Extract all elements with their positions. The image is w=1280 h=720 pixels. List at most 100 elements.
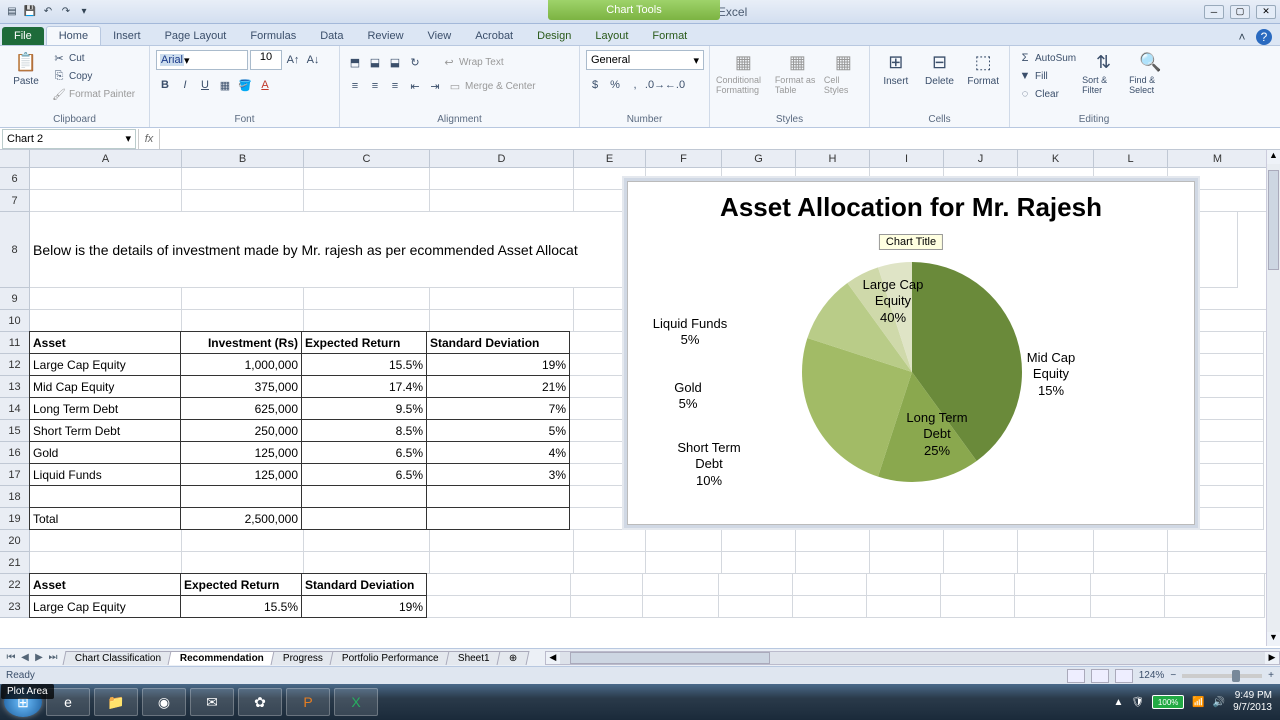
underline-button[interactable]: U <box>196 76 214 94</box>
delete-cells-button[interactable]: ⊟Delete <box>920 50 960 87</box>
format-cells-button[interactable]: ⬚Format <box>963 50 1003 87</box>
font-name-combo[interactable]: Arial▾ <box>156 50 248 70</box>
cell[interactable]: 9.5% <box>301 397 427 420</box>
zoom-slider[interactable] <box>1182 674 1262 678</box>
vertical-scrollbar[interactable]: ▲▼ <box>1266 150 1280 646</box>
comma-button[interactable]: , <box>626 76 644 94</box>
sheet-tab[interactable]: Portfolio Performance <box>330 651 452 665</box>
col-header[interactable]: K <box>1018 150 1094 167</box>
currency-button[interactable]: $ <box>586 76 604 94</box>
grow-font-button[interactable]: A↑ <box>284 51 302 69</box>
cell[interactable]: 4% <box>426 441 570 464</box>
col-header[interactable]: I <box>870 150 944 167</box>
col-header[interactable]: B <box>182 150 304 167</box>
cell[interactable]: 125,000 <box>180 441 302 464</box>
sheet-tab[interactable]: Progress <box>271 651 336 665</box>
cell[interactable]: 19% <box>426 353 570 376</box>
zoom-in-button[interactable]: + <box>1268 670 1274 681</box>
cell[interactable]: Short Term Debt <box>29 419 181 442</box>
select-all-corner[interactable] <box>0 150 30 167</box>
cell[interactable]: Liquid Funds <box>29 463 181 486</box>
scroll-up-icon[interactable]: ▲ <box>1267 150 1280 164</box>
conditional-formatting-button[interactable]: ▦Conditional Formatting <box>716 50 771 96</box>
col-header[interactable]: A <box>30 150 182 167</box>
cell[interactable]: Standard Deviation <box>301 573 427 596</box>
cell[interactable]: 6.5% <box>301 463 427 486</box>
tray-icon[interactable]: ▲ <box>1114 697 1124 708</box>
tray-shield-icon[interactable]: 🛡 <box>1131 697 1144 708</box>
row-header[interactable]: 12 <box>0 354 30 376</box>
fill-button[interactable]: ▼Fill <box>1016 68 1078 84</box>
row-header[interactable]: 19 <box>0 508 30 530</box>
taskbar-outlook-icon[interactable]: ✉ <box>190 688 234 716</box>
col-header[interactable]: J <box>944 150 1018 167</box>
scroll-thumb[interactable] <box>1268 170 1279 270</box>
indent-dec-button[interactable]: ⇤ <box>406 77 424 95</box>
save-icon[interactable]: 💾 <box>22 4 38 20</box>
autosum-button[interactable]: ΣAutoSum <box>1016 50 1078 66</box>
maximize-button[interactable]: ▢ <box>1230 5 1250 19</box>
new-sheet-button[interactable]: ⊕ <box>496 651 529 665</box>
col-header[interactable]: G <box>722 150 796 167</box>
page-layout-view-button[interactable] <box>1091 669 1109 683</box>
cell[interactable]: 21% <box>426 375 570 398</box>
taskbar-chrome-icon[interactable]: ◉ <box>142 688 186 716</box>
dec-decimal-button[interactable]: ←.0 <box>666 76 684 94</box>
minimize-ribbon-icon[interactable]: ˄ <box>1234 29 1250 45</box>
formula-input[interactable] <box>160 129 1280 149</box>
cell[interactable]: 7% <box>426 397 570 420</box>
format-painter-button[interactable]: 🖌Format Painter <box>50 86 137 102</box>
cell[interactable]: 1,000,000 <box>180 353 302 376</box>
cell[interactable]: 8.5% <box>301 419 427 442</box>
cell[interactable]: 3% <box>426 463 570 486</box>
sheet-tab[interactable]: Sheet1 <box>445 651 502 665</box>
zoom-out-button[interactable]: − <box>1170 670 1176 681</box>
tab-data[interactable]: Data <box>308 27 355 45</box>
tab-view[interactable]: View <box>416 27 464 45</box>
embedded-chart[interactable]: Asset Allocation for Mr. Rajesh Chart Ti… <box>627 181 1195 525</box>
battery-indicator[interactable]: 100% <box>1152 695 1184 709</box>
row-header[interactable]: 15 <box>0 420 30 442</box>
row-header[interactable]: 6 <box>0 168 30 190</box>
worksheet-grid[interactable]: A B C D E F G H I J K L M 6 7 8Below is … <box>0 150 1280 648</box>
tab-format[interactable]: Format <box>640 27 699 45</box>
align-middle-button[interactable]: ⬓ <box>366 53 384 71</box>
cell[interactable]: Large Cap Equity <box>29 353 181 376</box>
tab-insert[interactable]: Insert <box>101 27 153 45</box>
undo-icon[interactable]: ↶ <box>40 4 56 20</box>
minimize-button[interactable]: ─ <box>1204 5 1224 19</box>
align-top-button[interactable]: ⬒ <box>346 53 364 71</box>
find-select-button[interactable]: 🔍Find & Select <box>1129 50 1172 96</box>
copy-button[interactable]: ⎘Copy <box>50 68 137 84</box>
orientation-button[interactable]: ↻ <box>406 53 424 71</box>
chart-title[interactable]: Asset Allocation for Mr. Rajesh <box>628 192 1194 223</box>
cell[interactable]: 250,000 <box>180 419 302 442</box>
inc-decimal-button[interactable]: .0→ <box>646 76 664 94</box>
insert-cells-button[interactable]: ⊞Insert <box>876 50 916 87</box>
horizontal-scrollbar[interactable]: ◀▶ <box>545 651 1280 665</box>
tab-layout[interactable]: Layout <box>583 27 640 45</box>
help-icon[interactable]: ? <box>1256 29 1272 45</box>
scroll-down-icon[interactable]: ▼ <box>1267 632 1280 646</box>
tab-design[interactable]: Design <box>525 27 583 45</box>
row-header[interactable]: 10 <box>0 310 30 332</box>
cell[interactable]: 15.5% <box>301 353 427 376</box>
col-header[interactable]: H <box>796 150 870 167</box>
qat-more-icon[interactable]: ▾ <box>76 4 92 20</box>
row-header[interactable]: 21 <box>0 552 30 574</box>
cell[interactable]: Mid Cap Equity <box>29 375 181 398</box>
row-header[interactable]: 18 <box>0 486 30 508</box>
zoom-level[interactable]: 124% <box>1139 670 1165 681</box>
sort-filter-button[interactable]: ⇅Sort & Filter <box>1082 50 1125 96</box>
normal-view-button[interactable] <box>1067 669 1085 683</box>
row-header[interactable]: 14 <box>0 398 30 420</box>
wrap-text-button[interactable]: ↩Wrap Text <box>440 53 506 71</box>
first-sheet-icon[interactable]: ⏮ <box>4 652 18 663</box>
row-header[interactable]: 7 <box>0 190 30 212</box>
italic-button[interactable]: I <box>176 76 194 94</box>
col-header[interactable]: D <box>430 150 574 167</box>
col-header[interactable]: E <box>574 150 646 167</box>
cell[interactable]: 15.5% <box>180 595 302 618</box>
cell[interactable]: Large Cap Equity <box>29 595 181 618</box>
cell[interactable]: 2,500,000 <box>180 507 302 530</box>
